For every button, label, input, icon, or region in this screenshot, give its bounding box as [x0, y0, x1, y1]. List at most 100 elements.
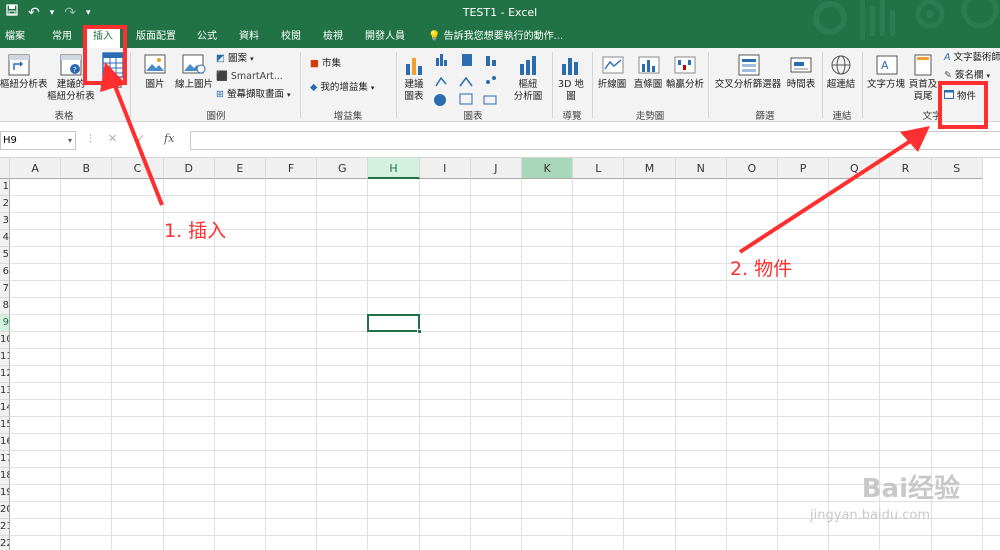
column-header[interactable]: M [624, 158, 676, 179]
column-header[interactable]: G [317, 158, 369, 179]
column-header[interactable]: P [778, 158, 830, 179]
tab-view[interactable]: 檢視 [320, 30, 346, 44]
row-header[interactable]: 1 [0, 179, 10, 196]
select-all-corner[interactable] [0, 158, 10, 179]
column-header[interactable]: H [368, 158, 420, 179]
wordart-button[interactable]: A 文字藝術師 [944, 52, 1000, 64]
hyperlink-button[interactable]: 超連結 [824, 79, 858, 91]
column-header[interactable]: C [112, 158, 164, 179]
selected-cell[interactable] [367, 314, 420, 332]
name-box[interactable]: H9 ▾ [0, 131, 76, 150]
formula-input[interactable] [190, 131, 1000, 150]
online-pictures-button[interactable]: 線上圖片 [172, 79, 216, 91]
highlight-insert-tab [83, 25, 127, 85]
row-header[interactable]: 3 [0, 213, 10, 230]
column-header[interactable]: S [931, 158, 983, 179]
timeline-button[interactable]: 時間表 [784, 79, 818, 91]
row-header[interactable]: 17 [0, 451, 10, 468]
enter-icon[interactable]: ✓ [136, 132, 145, 145]
row-header[interactable]: 19 [0, 485, 10, 502]
row-header[interactable]: 12 [0, 366, 10, 383]
screenshot-button[interactable]: ⊞ 螢幕擷取畫面 ▾ [216, 89, 291, 101]
row-header[interactable]: 22 [0, 536, 10, 550]
group-label-illustrations: 圖例 [206, 111, 226, 122]
pictures-button[interactable]: 圖片 [140, 79, 170, 91]
column-header[interactable]: I [419, 158, 471, 179]
sparkline-column-icon [638, 56, 660, 78]
column-header[interactable]: L [573, 158, 625, 179]
my-addins-label: 我的增益集 [320, 82, 368, 93]
pivotchart-label-1[interactable]: 樞紐 [510, 79, 546, 91]
tab-file[interactable]: 檔案 [4, 30, 26, 44]
row-header[interactable]: 4 [0, 230, 10, 247]
smartart-button[interactable]: ⬛ SmartArt... [216, 71, 283, 83]
row-header[interactable]: 20 [0, 502, 10, 519]
row-header[interactable]: 2 [0, 196, 10, 213]
row-header[interactable]: 6 [0, 264, 10, 281]
tab-home[interactable]: 常用 [48, 30, 76, 44]
tab-developer[interactable]: 開發人員 [362, 30, 408, 44]
my-addins-button[interactable]: ◆ 我的增益集 ▾ [310, 82, 374, 94]
column-header[interactable]: O [726, 158, 778, 179]
slicer-button[interactable]: 交叉分析篩選器 [712, 79, 784, 91]
row-header[interactable]: 8 [0, 298, 10, 315]
row-header[interactable]: 13 [0, 383, 10, 400]
column-header[interactable]: R [880, 158, 932, 179]
fill-handle[interactable] [416, 329, 422, 334]
pivotchart-label-2[interactable]: 分析圖 [510, 91, 546, 103]
row-header[interactable]: 9 [0, 315, 10, 332]
header-footer-label-1[interactable]: 頁首及 [908, 79, 938, 91]
group-label-tours: 導覽 [562, 111, 582, 122]
recommended-charts-label-2[interactable]: 圖表 [398, 91, 430, 103]
tab-data[interactable]: 資料 [236, 30, 262, 44]
sparkline-winloss-button[interactable]: 輸贏分析 [666, 79, 704, 91]
chevron-down-icon[interactable]: ▾ [68, 132, 72, 149]
column-header[interactable]: N [675, 158, 727, 179]
column-header[interactable]: Q [829, 158, 881, 179]
screenshot-icon: ⊞ [216, 89, 224, 100]
textbox-button[interactable]: 文字方塊 [866, 79, 906, 91]
pictures-icon [144, 54, 166, 78]
column-header[interactable]: A [10, 158, 62, 179]
timeline-icon [790, 54, 812, 80]
row-header[interactable]: 16 [0, 434, 10, 451]
column-header[interactable]: K [522, 158, 574, 179]
3d-map-label-1[interactable]: 3D 地 [555, 79, 587, 91]
tab-formulas[interactable]: 公式 [194, 30, 220, 44]
row-header[interactable]: 21 [0, 519, 10, 536]
row-header[interactable]: 18 [0, 468, 10, 485]
header-footer-label-2[interactable]: 頁尾 [908, 91, 938, 103]
column-header[interactable]: E [214, 158, 266, 179]
gridline [10, 450, 1000, 451]
tell-me-box[interactable]: 💡 告訴我您想要執行的動作... [428, 30, 563, 44]
column-header[interactable]: J [470, 158, 522, 179]
column-header[interactable]: B [61, 158, 113, 179]
row-header[interactable]: 11 [0, 349, 10, 366]
sparkline-line-button[interactable]: 折線圖 [596, 79, 628, 91]
row-header[interactable]: 10 [0, 332, 10, 349]
row-header[interactable]: 7 [0, 281, 10, 298]
insert-function-icon[interactable]: fx [164, 132, 174, 145]
gridline [10, 212, 1000, 213]
tab-review[interactable]: 校閱 [278, 30, 304, 44]
recommended-charts-label-1[interactable]: 建議 [398, 79, 430, 91]
column-header[interactable]: D [163, 158, 215, 179]
pivottable-button[interactable]: 樞紐分析表 [0, 79, 48, 91]
recommended-pivottable-label-2[interactable]: 樞紐分析表 [46, 91, 96, 103]
3d-map-label-2[interactable]: 圖 [555, 91, 587, 103]
row-header[interactable]: 14 [0, 400, 10, 417]
cancel-icon[interactable]: ✕ [108, 132, 117, 145]
signature-label: 簽名欄 [955, 70, 984, 81]
svg-text:?: ? [73, 66, 77, 74]
row-header[interactable]: 15 [0, 417, 10, 434]
chart-types-icons[interactable] [434, 52, 514, 112]
row-header[interactable]: 5 [0, 247, 10, 264]
sparkline-column-button[interactable]: 直條圖 [632, 79, 664, 91]
wordart-label: 文字藝術師 [953, 52, 1000, 63]
worksheet[interactable]: ABCDEFGHIJKLMNOPQRS123456789101112131415… [0, 158, 1000, 550]
tab-page-layout[interactable]: 版面配置 [134, 30, 178, 44]
column-header[interactable]: F [266, 158, 318, 179]
shapes-button[interactable]: ◩ 圖案 ▾ [216, 53, 254, 65]
gridline [10, 382, 1000, 383]
store-button[interactable]: ■ 市集 [310, 58, 341, 70]
